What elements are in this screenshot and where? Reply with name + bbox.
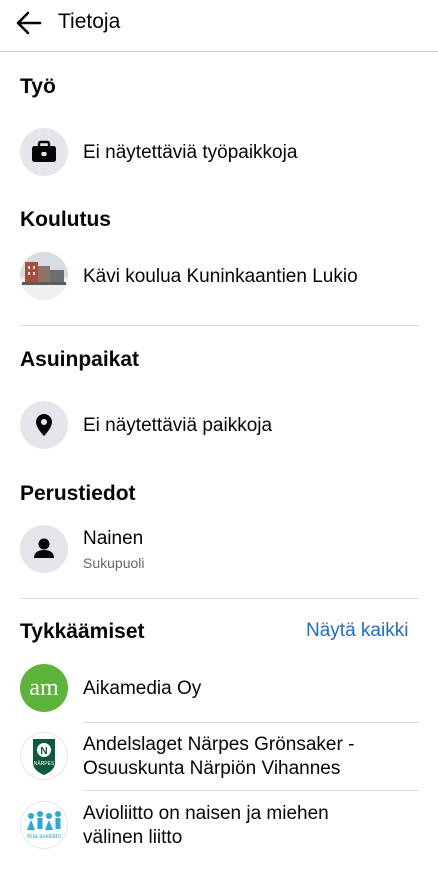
page-title: Tietoja <box>58 10 121 33</box>
work-text: Ei näytettäviä työpaikkoja <box>83 142 298 163</box>
svg-text:NÄRPES: NÄRPES <box>34 760 55 767</box>
divider <box>20 598 419 599</box>
back-arrow-icon[interactable] <box>14 8 44 38</box>
section-title-education: Koulutus <box>20 208 111 231</box>
like-item-label-line1: Avioliitto on naisen ja miehen <box>83 803 329 824</box>
divider <box>20 325 419 326</box>
location-pin-icon <box>20 401 68 449</box>
section-title-likes: Tykkäämiset <box>20 620 145 643</box>
like-item-avioliitto[interactable]: Kita avioliitto Avioliitto on naisen ja … <box>20 800 420 850</box>
work-row: Ei näytettäviä työpaikkoja <box>20 128 420 176</box>
gender-value: Nainen <box>83 528 144 549</box>
like-item-label-line1: Andelslaget Närpes Grönsaker - <box>83 734 355 755</box>
svg-text:am: am <box>29 675 59 701</box>
briefcase-icon <box>20 128 68 176</box>
divider <box>83 790 419 791</box>
gender-row: Nainen Sukupuoli <box>20 525 420 573</box>
places-row: Ei näytettäviä paikkoja <box>20 401 420 449</box>
section-title-work: Työ <box>20 75 56 98</box>
education-text: Kävi koulua Kuninkaantien Lukio <box>83 266 358 287</box>
gender-label: Sukupuoli <box>83 555 145 571</box>
section-title-places: Asuinpaikat <box>20 348 140 371</box>
see-all-link[interactable]: Näytä kaikki <box>306 619 408 643</box>
divider <box>83 722 419 723</box>
like-item-narpes[interactable]: N NÄRPES Andelslaget Närpes Grönsaker - … <box>20 731 420 781</box>
avioliitto-logo: Kita avioliitto <box>20 801 68 849</box>
section-title-basic-info: Perustiedot <box>20 482 136 505</box>
like-item-label-line2: välinen liitto <box>83 827 183 848</box>
like-item-label: Aikamedia Oy <box>83 678 202 699</box>
top-bar: Tietoja <box>0 0 438 52</box>
narpes-logo: N NÄRPES <box>20 732 68 780</box>
like-item-aikamedia[interactable]: am Aikamedia Oy <box>20 664 420 712</box>
person-icon <box>20 525 68 573</box>
places-text: Ei näytettäviä paikkoja <box>83 415 273 436</box>
education-row[interactable]: Kävi koulua Kuninkaantien Lukio <box>20 252 420 300</box>
svg-text:Kita avioliitto: Kita avioliitto <box>27 834 61 840</box>
svg-text:N: N <box>40 746 47 757</box>
aikamedia-logo: am <box>20 664 68 712</box>
like-item-label-line2: Osuuskunta Närpiön Vihannes <box>83 758 341 779</box>
school-photo <box>20 252 68 300</box>
